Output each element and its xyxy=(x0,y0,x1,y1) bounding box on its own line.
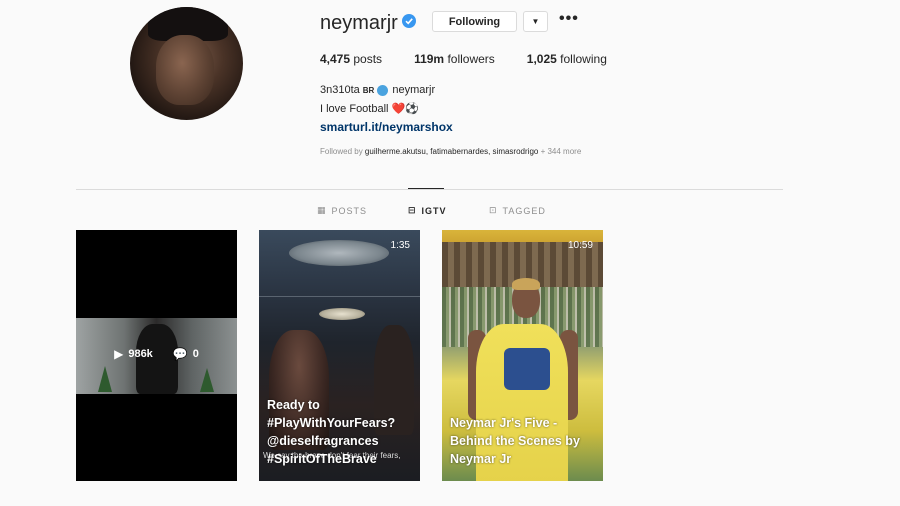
more-options-icon[interactable]: ••• xyxy=(559,10,579,28)
video-title: Ready to #PlayWithYourFears? @dieselfrag… xyxy=(267,398,396,466)
lamp-light xyxy=(319,308,365,320)
following-label: following xyxy=(560,52,607,66)
tab-tagged[interactable]: ⊡ TAGGED xyxy=(489,205,546,216)
profile-avatar[interactable] xyxy=(130,7,243,120)
bio-name-prefix: 3n310ta xyxy=(320,84,360,96)
tab-tagged-label: TAGGED xyxy=(502,205,546,216)
avatar-face xyxy=(156,35,214,105)
tag-icon: ⊡ xyxy=(489,205,498,215)
view-count: 986k xyxy=(128,348,153,360)
video-title: Neymar Jr's Five - Behind the Scenes by … xyxy=(450,416,580,466)
active-tab-indicator xyxy=(408,188,444,189)
grid-icon: ▦ xyxy=(317,205,327,215)
video-duration: 1:35 xyxy=(390,240,410,251)
igtv-video-card[interactable]: 1:35 We say the brave don't fear their f… xyxy=(259,230,420,481)
play-icon: ▶ xyxy=(114,347,124,361)
tree-shape xyxy=(98,366,112,392)
country-code: BR xyxy=(362,85,375,95)
followed-by-names: guilherme.akutsu, fatimabernardes, simas… xyxy=(364,147,539,156)
player-hair xyxy=(512,278,540,290)
bio-name: 3n310ta BR neymarjr xyxy=(320,84,435,96)
section-divider xyxy=(76,189,783,190)
bio-text: I love Football ❤️⚽ xyxy=(320,103,419,115)
jersey-badge xyxy=(504,348,550,390)
igtv-video-card[interactable]: ▶ 986k 💬 0 xyxy=(76,230,237,481)
caret-down-icon: ▼ xyxy=(531,17,540,26)
username: neymarjr xyxy=(320,12,398,34)
profile-stats: 4,475 posts 119m followers 1,025 followi… xyxy=(320,52,639,66)
posts-count: 4,475 xyxy=(320,52,351,66)
globe-icon xyxy=(377,84,389,96)
following-button[interactable]: Following xyxy=(432,11,517,32)
bio-name-suffix: neymarjr xyxy=(392,84,436,96)
followed-by-more: + 344 more xyxy=(540,147,582,156)
igtv-video-card[interactable]: 10:59 Neymar Jr's Five - Behind the Scen… xyxy=(442,230,603,481)
verified-badge-icon xyxy=(402,14,416,28)
following-stat[interactable]: 1,025 following xyxy=(527,52,607,66)
followed-by-prefix: Followed by xyxy=(320,147,363,156)
posts-stat: 4,475 posts xyxy=(320,52,382,66)
video-duration: 10:59 xyxy=(567,240,593,251)
tab-posts-label: POSTS xyxy=(331,205,368,216)
following-count: 1,025 xyxy=(526,52,557,66)
igtv-icon: ⊟ xyxy=(408,205,417,215)
followers-stat[interactable]: 119m followers xyxy=(414,52,495,66)
suggested-dropdown-button[interactable]: ▼ xyxy=(523,11,548,32)
tree-shape xyxy=(200,368,214,392)
followed-by[interactable]: Followed by guilherme.akutsu, fatimabern… xyxy=(320,147,581,156)
followers-count: 119m xyxy=(414,52,445,66)
followers-label: followers xyxy=(447,52,495,66)
comment-count: 0 xyxy=(192,348,199,360)
comment-icon: 💬 xyxy=(172,347,188,361)
tab-igtv[interactable]: ⊟ IGTV xyxy=(408,205,447,216)
lamp-light xyxy=(289,240,389,266)
video-stats-overlay: ▶ 986k 💬 0 xyxy=(76,347,237,361)
posts-label: posts xyxy=(353,52,383,66)
tab-posts[interactable]: ▦ POSTS xyxy=(317,205,367,216)
bio-link[interactable]: smarturl.it/neymarshox xyxy=(320,120,453,134)
thumbnail-split xyxy=(259,296,420,297)
tab-igtv-label: IGTV xyxy=(421,205,447,216)
